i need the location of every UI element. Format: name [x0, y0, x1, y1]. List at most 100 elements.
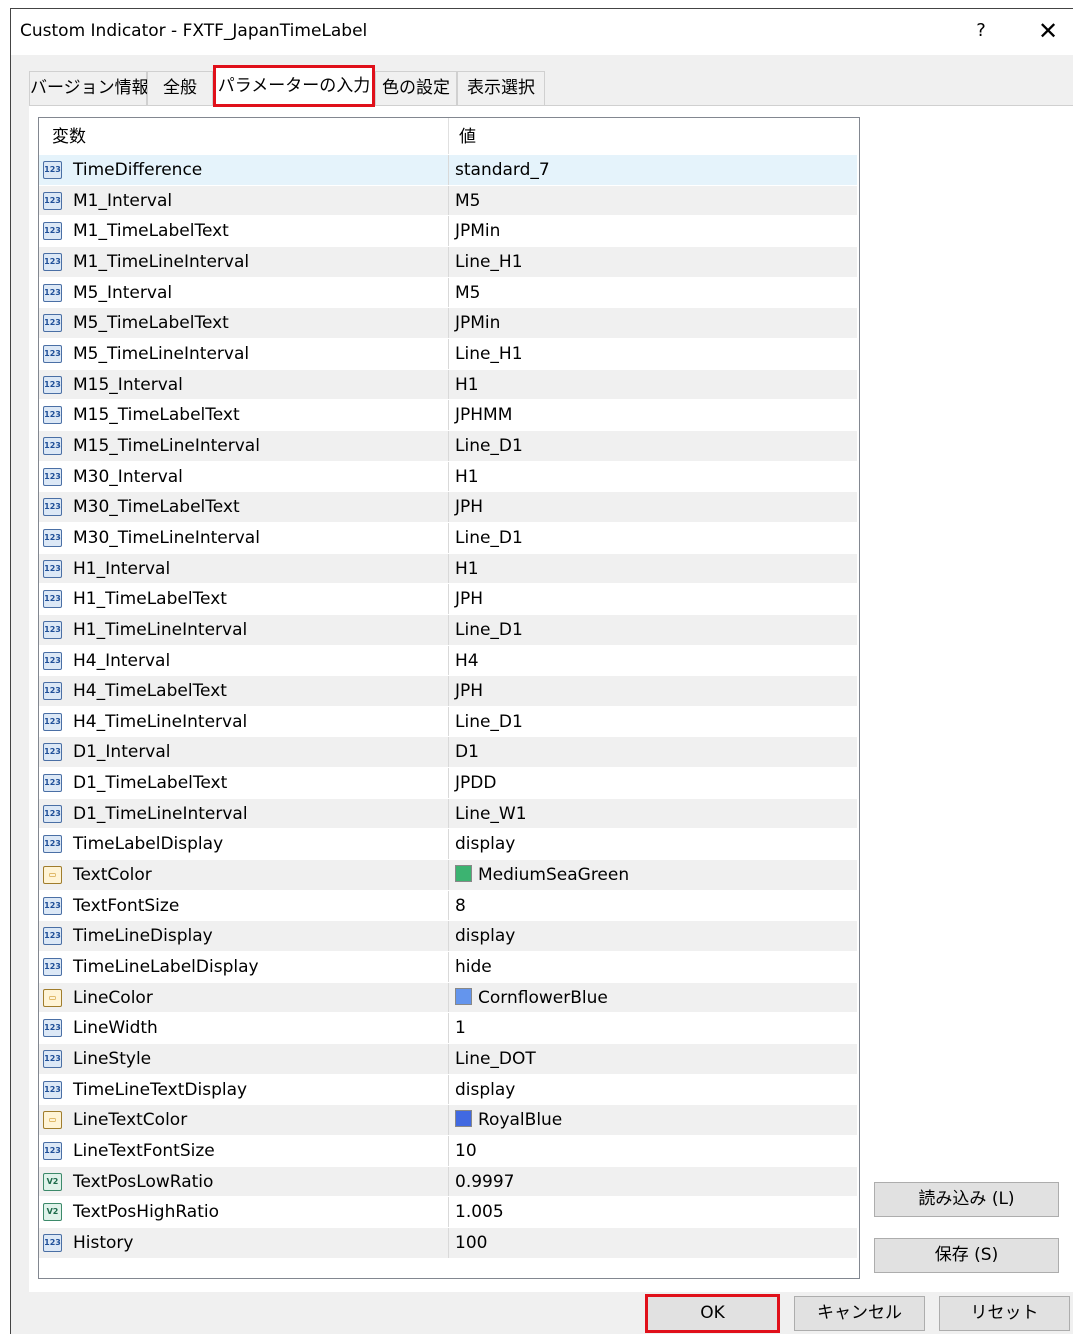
table-row[interactable]: 123 H4_TimeLineInterval Line_D1: [39, 706, 857, 738]
table-row[interactable]: 123 D1_TimeLineInterval Line_W1: [39, 798, 857, 830]
table-row[interactable]: 123 H1_TimeLineInterval Line_D1: [39, 614, 857, 646]
table-row[interactable]: 123 M30_TimeLabelText JPH: [39, 492, 857, 523]
value-cell[interactable]: Line_H1: [449, 247, 857, 277]
variable-name: TextFontSize: [73, 895, 180, 916]
value-cell[interactable]: Line_D1: [449, 523, 857, 553]
variable-name: H4_TimeLabelText: [73, 681, 227, 702]
value-cell[interactable]: display: [449, 1075, 857, 1105]
variable-cell: V2 TextPosHighRatio: [39, 1197, 449, 1227]
table-row[interactable]: 123 D1_TimeLabelText JPDD: [39, 768, 857, 799]
table-row[interactable]: 123 TextFontSize 8: [39, 890, 857, 922]
table-row[interactable]: 123 TimeLineDisplay display: [39, 921, 857, 953]
variable-name: H4_Interval: [73, 650, 171, 671]
value-cell[interactable]: D1: [449, 737, 857, 767]
cancel-button[interactable]: キャンセル: [794, 1296, 925, 1331]
column-header-variable[interactable]: 変数: [39, 118, 449, 154]
value-cell[interactable]: JPH: [449, 676, 857, 706]
table-row[interactable]: 123 TimeLineTextDisplay display: [39, 1074, 857, 1106]
value-cell[interactable]: M5: [449, 278, 857, 308]
table-row[interactable]: 123 LineTextFontSize 10: [39, 1136, 857, 1167]
table-row[interactable]: 123 M15_Interval H1: [39, 369, 857, 401]
table-row[interactable]: 123 H4_Interval H4: [39, 645, 857, 677]
table-row[interactable]: 123 TimeLineLabelDisplay hide: [39, 952, 857, 983]
table-row[interactable]: 123 H1_Interval H1: [39, 553, 857, 585]
value-cell[interactable]: 10: [449, 1136, 857, 1166]
tab-general[interactable]: 全般: [147, 71, 213, 105]
value-cell[interactable]: H1: [449, 370, 857, 400]
column-header-value[interactable]: 値: [449, 118, 859, 154]
value-cell[interactable]: JPMin: [449, 216, 857, 246]
value-cell[interactable]: CornflowerBlue: [449, 983, 857, 1013]
tab-parameters[interactable]: パラメーターの入力: [213, 65, 375, 107]
table-row[interactable]: 123 LineWidth 1: [39, 1013, 857, 1045]
table-row[interactable]: V2 TextPosHighRatio 1.005: [39, 1197, 857, 1228]
save-button[interactable]: 保存 (S): [874, 1238, 1059, 1273]
value-cell[interactable]: Line_DOT: [449, 1044, 857, 1074]
value-cell[interactable]: JPMin: [449, 308, 857, 338]
table-row[interactable]: 123 M1_Interval M5: [39, 185, 857, 217]
reset-button[interactable]: リセット: [939, 1296, 1070, 1331]
table-row[interactable]: 123 LineStyle Line_DOT: [39, 1044, 857, 1075]
value-cell[interactable]: standard_7: [449, 155, 857, 185]
variable-name: D1_TimeLabelText: [73, 773, 228, 794]
variable-cell: 123 D1_TimeLineInterval: [39, 798, 449, 829]
value-cell[interactable]: Line_D1: [449, 707, 857, 737]
value-cell[interactable]: JPDD: [449, 768, 857, 798]
ok-button[interactable]: OK: [645, 1294, 780, 1333]
tab-version-info[interactable]: バージョン情報: [29, 71, 149, 105]
table-row[interactable]: 123 M5_TimeLineInterval Line_H1: [39, 338, 857, 370]
table-row[interactable]: 123 H1_TimeLabelText JPH: [39, 584, 857, 615]
value-cell[interactable]: 1: [449, 1013, 857, 1043]
value-cell[interactable]: H1: [449, 554, 857, 584]
parameter-grid[interactable]: 変数 値 123 TimeDifference standard_7 123 M1_In…: [38, 117, 860, 1279]
value-cell[interactable]: JPHMM: [449, 400, 857, 430]
value-cell[interactable]: JPH: [449, 492, 857, 522]
table-row[interactable]: 123 M30_TimeLineInterval Line_D1: [39, 522, 857, 554]
table-row[interactable]: ▭ LineColor CornflowerBlue: [39, 982, 857, 1014]
variable-name: H1_TimeLabelText: [73, 589, 227, 610]
tab-display-selection[interactable]: 表示選択: [457, 71, 545, 105]
value-cell[interactable]: 8: [449, 891, 857, 921]
value-cell[interactable]: 1.005: [449, 1197, 857, 1227]
value-cell[interactable]: Line_D1: [449, 615, 857, 645]
value-cell[interactable]: JPH: [449, 584, 857, 614]
value-cell[interactable]: Line_H1: [449, 339, 857, 369]
integer-type-icon: 123: [43, 620, 62, 639]
integer-type-icon: 123: [43, 774, 62, 793]
table-row[interactable]: ▭ LineTextColor RoyalBlue: [39, 1105, 857, 1136]
value-cell[interactable]: display: [449, 921, 857, 951]
table-row[interactable]: ▭ TextColor MediumSeaGreen: [39, 860, 857, 891]
value-cell[interactable]: M5: [449, 186, 857, 216]
value-cell[interactable]: MediumSeaGreen: [449, 860, 857, 890]
table-row[interactable]: 123 D1_Interval D1: [39, 737, 857, 769]
table-row[interactable]: 123 TimeLabelDisplay display: [39, 829, 857, 861]
tab-color-settings[interactable]: 色の設定: [375, 71, 457, 105]
variable-name: TextPosHighRatio: [73, 1202, 220, 1223]
value-cell[interactable]: RoyalBlue: [449, 1105, 857, 1135]
value-text: JPMin: [455, 221, 501, 242]
table-row[interactable]: 123 M5_Interval M5: [39, 277, 857, 309]
value-cell[interactable]: H4: [449, 646, 857, 676]
table-row[interactable]: 123 M5_TimeLabelText JPMin: [39, 308, 857, 339]
value-cell[interactable]: Line_W1: [449, 799, 857, 829]
table-row[interactable]: 123 M1_TimeLineInterval Line_H1: [39, 246, 857, 278]
table-row[interactable]: V2 TextPosLowRatio 0.9997: [39, 1166, 857, 1198]
table-row[interactable]: 123 H4_TimeLabelText JPH: [39, 676, 857, 707]
table-row[interactable]: 123 History 100: [39, 1227, 857, 1259]
value-cell[interactable]: hide: [449, 952, 857, 982]
close-button[interactable]: ✕: [1031, 16, 1065, 46]
table-row[interactable]: 123 TimeDifference standard_7: [39, 155, 857, 186]
value-cell[interactable]: 100: [449, 1228, 857, 1258]
variable-cell: ▭ LineColor: [39, 982, 449, 1013]
value-cell[interactable]: Line_D1: [449, 431, 857, 461]
color-type-icon: ▭: [43, 988, 62, 1007]
table-row[interactable]: 123 M30_Interval H1: [39, 461, 857, 493]
table-row[interactable]: 123 M15_TimeLabelText JPHMM: [39, 400, 857, 431]
value-cell[interactable]: display: [449, 829, 857, 859]
help-button[interactable]: ?: [966, 16, 996, 46]
value-cell[interactable]: 0.9997: [449, 1167, 857, 1197]
value-cell[interactable]: H1: [449, 462, 857, 492]
table-row[interactable]: 123 M1_TimeLabelText JPMin: [39, 216, 857, 247]
table-row[interactable]: 123 M15_TimeLineInterval Line_D1: [39, 430, 857, 462]
load-button[interactable]: 読み込み (L): [874, 1182, 1059, 1217]
